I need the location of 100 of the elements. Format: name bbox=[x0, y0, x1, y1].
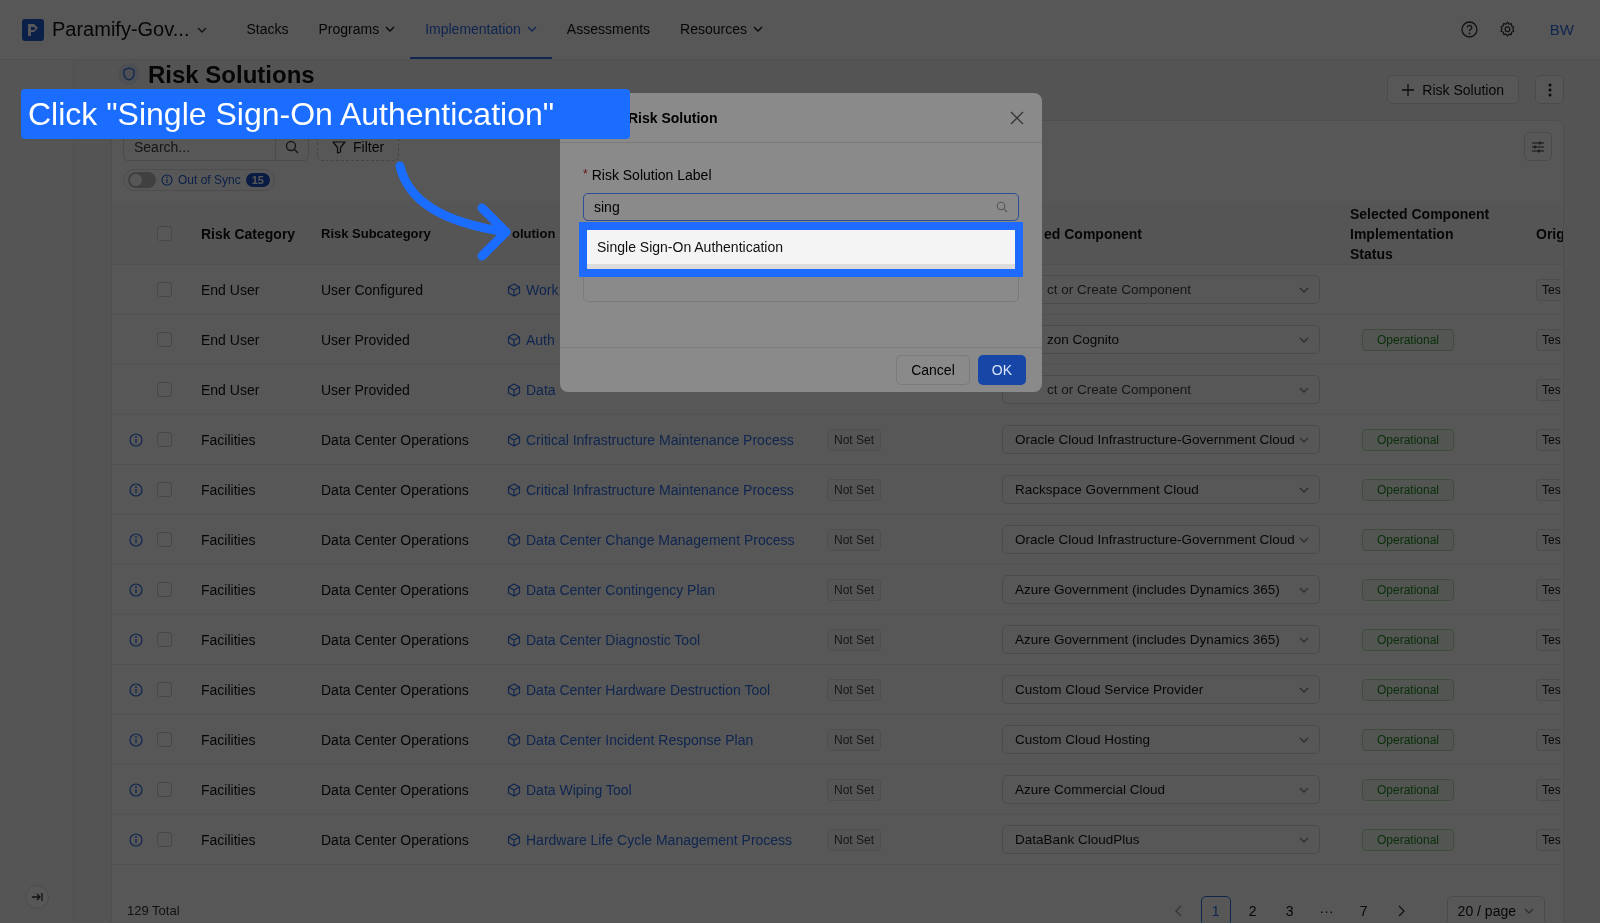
origin-tag: Tes bbox=[1536, 678, 1561, 701]
column-header[interactable]: Selected Component Implementation Status bbox=[1350, 203, 1500, 264]
help-icon[interactable] bbox=[1460, 21, 1478, 38]
component-select[interactable]: Azure Government (includes Dynamics 365) bbox=[1002, 575, 1320, 604]
next-page-icon[interactable] bbox=[1396, 904, 1405, 917]
solution-link[interactable]: Data Center Diagnostic Tool bbox=[526, 631, 701, 648]
table-cell: End User bbox=[201, 331, 260, 348]
search-field[interactable]: sing bbox=[583, 193, 1019, 221]
field-label: Risk Solution Label bbox=[591, 167, 712, 183]
table-cell: End User bbox=[201, 281, 260, 298]
table-cell: Facilities bbox=[201, 781, 256, 798]
component-select[interactable]: Custom Cloud Hosting bbox=[1002, 725, 1320, 754]
previous-page-icon[interactable] bbox=[1174, 904, 1183, 917]
solution-link[interactable]: Hardware Life Cycle Management Process bbox=[526, 831, 793, 848]
table-cell: Data Center Operations bbox=[321, 831, 469, 848]
page-button[interactable]: 3 bbox=[1274, 895, 1305, 923]
column-header[interactable]: olution bbox=[512, 223, 556, 244]
more-button[interactable] bbox=[1535, 75, 1564, 104]
page-button[interactable]: 2 bbox=[1237, 895, 1268, 923]
status-tag: Not Set bbox=[827, 728, 882, 751]
page-size-select[interactable]: 20 / page bbox=[1446, 895, 1545, 923]
table-cell: User Provided bbox=[321, 381, 410, 398]
status-tag: Not Set bbox=[827, 628, 882, 651]
cube-icon bbox=[507, 332, 521, 347]
ok-button[interactable]: OK bbox=[977, 355, 1026, 385]
solution-link[interactable]: Data Center Change Management Process bbox=[526, 531, 795, 548]
info-icon[interactable] bbox=[129, 482, 143, 497]
info-icon[interactable] bbox=[129, 832, 143, 847]
solution-link[interactable]: Critical Infrastructure Maintenance Process bbox=[526, 481, 794, 498]
status-tag: Not Set bbox=[827, 828, 882, 851]
solution-link[interactable]: Data Center Hardware Destruction Tool bbox=[526, 681, 771, 698]
cube-icon bbox=[507, 732, 521, 747]
column-header[interactable]: Risk Category bbox=[201, 223, 296, 244]
page-button[interactable]: 1 bbox=[1200, 895, 1231, 923]
logo-icon bbox=[22, 18, 44, 41]
component-select[interactable]: Azure Government (includes Dynamics 365) bbox=[1002, 625, 1320, 654]
component-select[interactable]: Rackspace Government Cloud bbox=[1002, 475, 1320, 504]
column-header[interactable]: Risk Subcategory bbox=[321, 223, 431, 244]
chevron-down-icon bbox=[1299, 736, 1309, 743]
component-select[interactable]: ct or Create Component bbox=[1002, 375, 1320, 404]
column-settings-button[interactable] bbox=[1524, 132, 1552, 161]
info-icon[interactable] bbox=[129, 582, 143, 597]
status-tag: Operational bbox=[1362, 728, 1455, 751]
user-initials[interactable]: BW bbox=[1549, 21, 1574, 38]
plus-icon bbox=[1402, 83, 1415, 96]
cancel-button[interactable]: Cancel bbox=[896, 355, 970, 385]
component-select[interactable]: Custom Cloud Service Provider bbox=[1002, 675, 1320, 704]
page-title: Risk Solutions bbox=[148, 61, 315, 88]
chevron-down-icon bbox=[1299, 386, 1309, 393]
collapse-icon[interactable] bbox=[24, 885, 49, 909]
status-tag: Operational bbox=[1362, 328, 1455, 351]
settings-icon[interactable] bbox=[1498, 21, 1516, 38]
info-icon[interactable] bbox=[129, 782, 143, 797]
chevron-down-icon bbox=[1299, 586, 1309, 593]
solution-link[interactable]: Data Center Contingency Plan bbox=[526, 581, 716, 598]
dropdown-option[interactable]: Single Sign-On Authentication bbox=[587, 230, 1015, 269]
nav-tab[interactable]: Assessments bbox=[551, 0, 666, 59]
nav-tab[interactable]: Programs bbox=[303, 0, 411, 59]
info-icon[interactable] bbox=[129, 432, 143, 447]
component-select[interactable]: Oracle Cloud Infrastructure-Government Cloud bbox=[1002, 425, 1320, 454]
table-cell: Facilities bbox=[201, 581, 256, 598]
origin-tag: Tes bbox=[1536, 728, 1561, 751]
funnel-icon bbox=[332, 139, 346, 154]
solution-link[interactable]: Data Wiping Tool bbox=[526, 781, 632, 798]
info-icon[interactable] bbox=[129, 682, 143, 697]
sliders-icon bbox=[1531, 139, 1545, 154]
add-risk-solution-button[interactable]: Risk Solution bbox=[1387, 75, 1519, 104]
page-button[interactable]: ··· bbox=[1311, 895, 1342, 923]
info-icon[interactable] bbox=[129, 532, 143, 547]
status-tag: Operational bbox=[1362, 828, 1455, 851]
solution-link[interactable]: Critical Infrastructure Maintenance Process bbox=[526, 431, 794, 448]
cube-icon bbox=[507, 282, 521, 297]
origin-tag: Tes bbox=[1536, 278, 1561, 301]
info-icon bbox=[161, 174, 173, 186]
origin-tag: Tes bbox=[1536, 428, 1561, 451]
close-icon[interactable] bbox=[1010, 110, 1024, 125]
status-tag: Operational bbox=[1362, 578, 1455, 601]
column-header[interactable]: ed Component bbox=[1044, 223, 1142, 244]
solution-link[interactable]: Work bbox=[526, 281, 559, 298]
component-select[interactable]: Azure Commercial Cloud bbox=[1002, 775, 1320, 804]
workspace-name[interactable]: Paramify-Gov... bbox=[52, 18, 190, 41]
info-icon[interactable] bbox=[129, 632, 143, 647]
table-cell: Facilities bbox=[201, 531, 256, 548]
column-header[interactable]: Orig bbox=[1536, 223, 1563, 244]
component-select[interactable]: Oracle Cloud Infrastructure-Government Cloud bbox=[1002, 525, 1320, 554]
solution-link[interactable]: Data bbox=[526, 381, 556, 398]
cube-icon bbox=[507, 632, 521, 647]
origin-tag: Tes bbox=[1536, 528, 1561, 551]
nav-tab[interactable]: Stacks bbox=[231, 0, 304, 59]
nav-tab[interactable]: Resources bbox=[665, 0, 779, 59]
origin-tag: Tes bbox=[1536, 478, 1561, 501]
chevron-down-icon[interactable] bbox=[197, 26, 208, 33]
solution-link[interactable]: Auth bbox=[526, 331, 555, 348]
info-icon[interactable] bbox=[129, 732, 143, 747]
origin-tag: Tes bbox=[1536, 378, 1561, 401]
component-select[interactable]: DataBank CloudPlus bbox=[1002, 825, 1320, 854]
chevron-down-icon bbox=[1299, 536, 1309, 543]
chevron-down-icon bbox=[1299, 686, 1309, 693]
solution-link[interactable]: Data Center Incident Response Plan bbox=[526, 731, 754, 748]
page-button[interactable]: 7 bbox=[1348, 895, 1379, 923]
